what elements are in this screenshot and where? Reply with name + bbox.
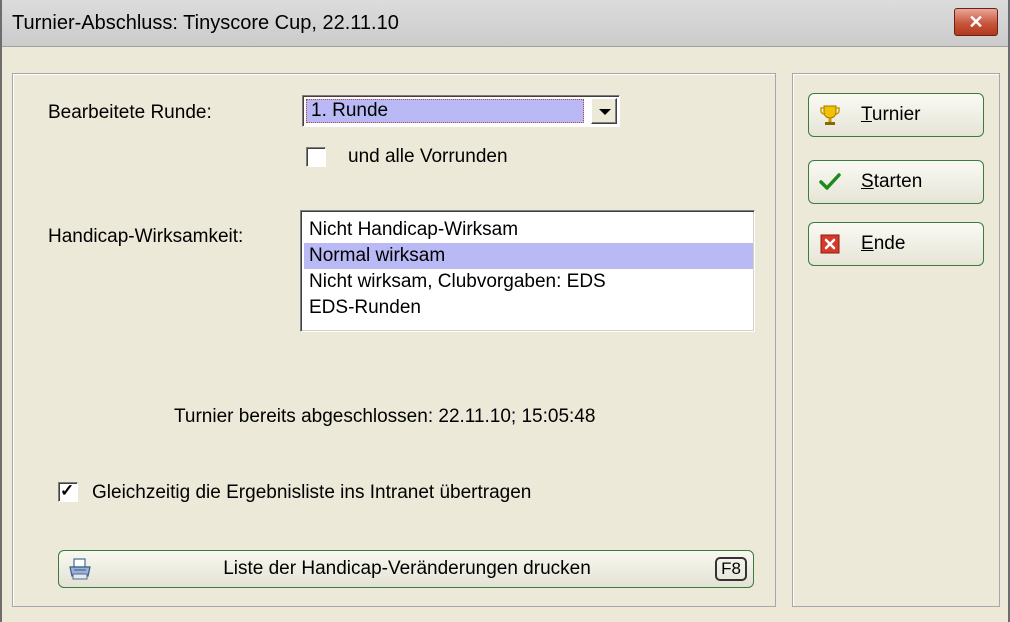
handicap-label: Handicap-Wirksamkeit: [48, 226, 244, 247]
round-label: Bearbeitete Runde: [48, 102, 212, 123]
include-previous-rounds-checkbox[interactable] [306, 147, 326, 167]
shortcut-badge: F8 [715, 557, 747, 581]
window-title: Turnier-Abschluss: Tinyscore Cup, 22.11.… [12, 12, 399, 34]
print-handicap-changes-button[interactable]: Liste der Handicap-Veränderungen drucken… [58, 550, 754, 588]
print-button-label: Liste der Handicap-Veränderungen drucken [223, 558, 591, 579]
tournament-button[interactable]: Turnier [808, 93, 984, 137]
completion-status-text: Turnier bereits abgeschlossen: 22.11.10;… [174, 406, 596, 427]
close-icon: ✕ [968, 12, 984, 32]
handicap-listbox[interactable]: Nicht Handicap-Wirksam Normal wirksam Ni… [300, 210, 755, 332]
chevron-down-icon [599, 109, 611, 115]
red-x-icon [820, 234, 840, 254]
round-dropdown-value: 1. Runde [306, 99, 584, 123]
intranet-upload-checkbox[interactable]: ✓ [58, 481, 78, 502]
round-dropdown[interactable]: 1. Runde [302, 95, 620, 127]
list-item[interactable]: EDS-Runden [304, 295, 753, 321]
trophy-icon [820, 105, 840, 125]
start-button-label: Starten [861, 171, 923, 192]
list-item[interactable]: Nicht wirksam, Clubvorgaben: EDS [304, 269, 753, 295]
checkmark-icon [819, 173, 841, 190]
checkbox-check-icon: ✓ [60, 481, 75, 500]
list-item-selected[interactable]: Normal wirksam [304, 243, 753, 269]
title-bar: Turnier-Abschluss: Tinyscore Cup, 22.11.… [2, 0, 1008, 47]
dropdown-arrow-button[interactable] [591, 98, 617, 124]
end-button[interactable]: Ende [808, 222, 984, 266]
dialog-window: Turnier-Abschluss: Tinyscore Cup, 22.11.… [0, 0, 1010, 622]
tournament-button-label: Turnier [861, 104, 921, 125]
list-item[interactable]: Nicht Handicap-Wirksam [304, 217, 753, 243]
close-button[interactable]: ✕ [954, 8, 998, 36]
start-button[interactable]: Starten [808, 160, 984, 204]
actions-panel [792, 73, 1000, 607]
intranet-upload-label: Gleichzeitig die Ergebnisliste ins Intra… [92, 482, 532, 503]
include-previous-rounds-label: und alle Vorrunden [348, 146, 508, 167]
end-button-label: Ende [861, 233, 906, 254]
